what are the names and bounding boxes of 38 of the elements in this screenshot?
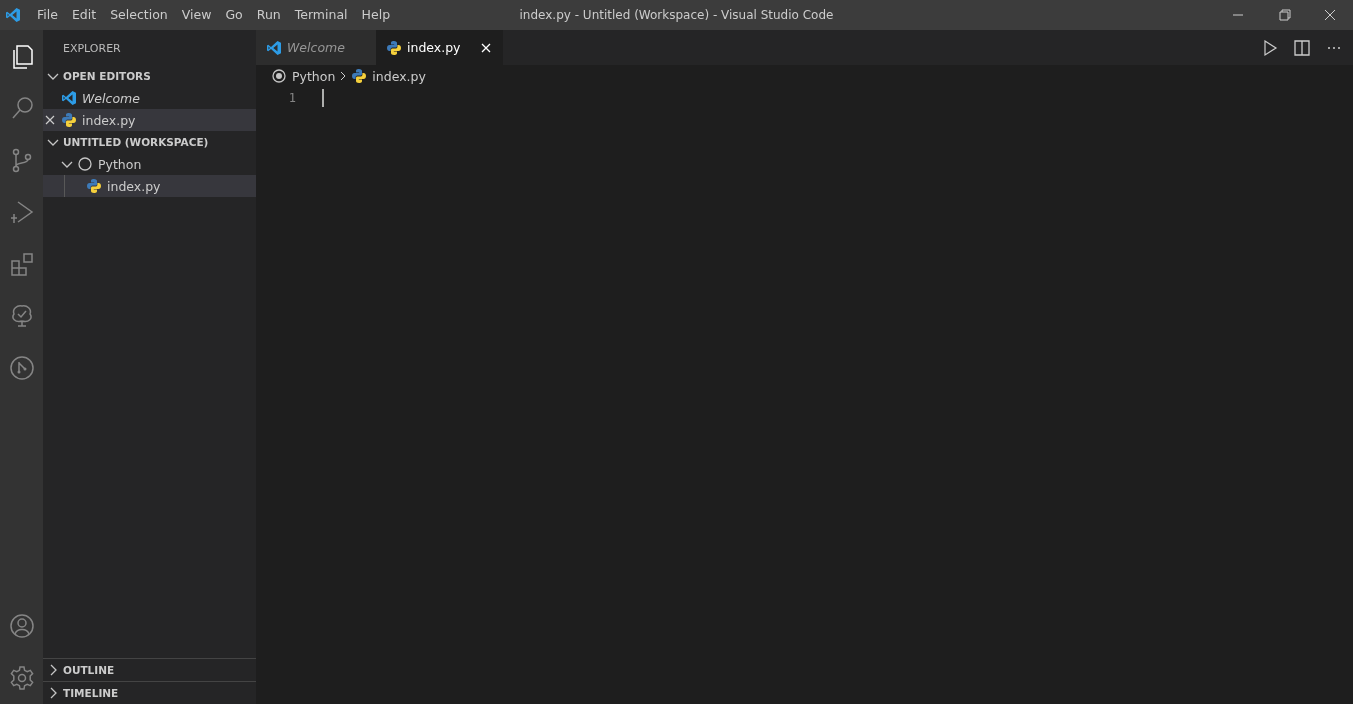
section-header[interactable]: UNTITLED (WORKSPACE): [63, 136, 209, 148]
editor-tab[interactable]: index.py: [376, 30, 503, 65]
python-file-icon: [61, 112, 77, 128]
section-header[interactable]: OPEN EDITORS: [63, 70, 151, 82]
python-file-icon: [386, 39, 402, 56]
menu-item[interactable]: Edit: [64, 0, 104, 30]
python-file-icon: [86, 178, 102, 194]
close-icon[interactable]: [43, 113, 57, 127]
section-header[interactable]: TIMELINE: [63, 687, 119, 699]
python-file-icon: [351, 68, 368, 84]
text-cursor: [322, 88, 324, 107]
vscode-logo-icon: [266, 39, 282, 56]
explorer-tree-item[interactable]: index.py: [43, 175, 256, 197]
circle-icon: [77, 156, 93, 172]
open-editor-item[interactable]: Welcome: [43, 87, 256, 109]
menu-item[interactable]: Run: [249, 0, 288, 30]
explorer-tree-item[interactable]: Python: [43, 153, 256, 175]
menu-item[interactable]: View: [174, 0, 219, 30]
editor-tab[interactable]: Welcome: [256, 30, 376, 65]
section-header[interactable]: OUTLINE: [63, 664, 115, 676]
split-editor-icon[interactable]: [1293, 38, 1311, 57]
menu-item[interactable]: File: [30, 0, 65, 30]
window-title: index.py - Untitled (Workspace) - Visual Studio Code: [519, 7, 834, 24]
line-number: 1: [287, 90, 296, 105]
breadcrumb-item[interactable]: Python: [292, 68, 336, 84]
account-icon[interactable]: [7, 612, 36, 640]
menu-item[interactable]: Selection: [103, 0, 175, 30]
vscode-logo-icon: [61, 90, 77, 106]
menu-item[interactable]: Terminal: [287, 0, 355, 30]
target-icon: [271, 68, 287, 84]
menu-item[interactable]: Help: [354, 0, 398, 30]
vscode-logo-icon: [5, 7, 21, 23]
breadcrumb-item[interactable]: index.py: [372, 68, 426, 84]
branch-icon[interactable]: [7, 354, 36, 382]
run-icon[interactable]: [1261, 38, 1279, 57]
sidebar-title: EXPLORER: [63, 42, 121, 55]
open-editor-item[interactable]: index.py: [43, 109, 256, 131]
menu-item[interactable]: Go: [218, 0, 250, 30]
